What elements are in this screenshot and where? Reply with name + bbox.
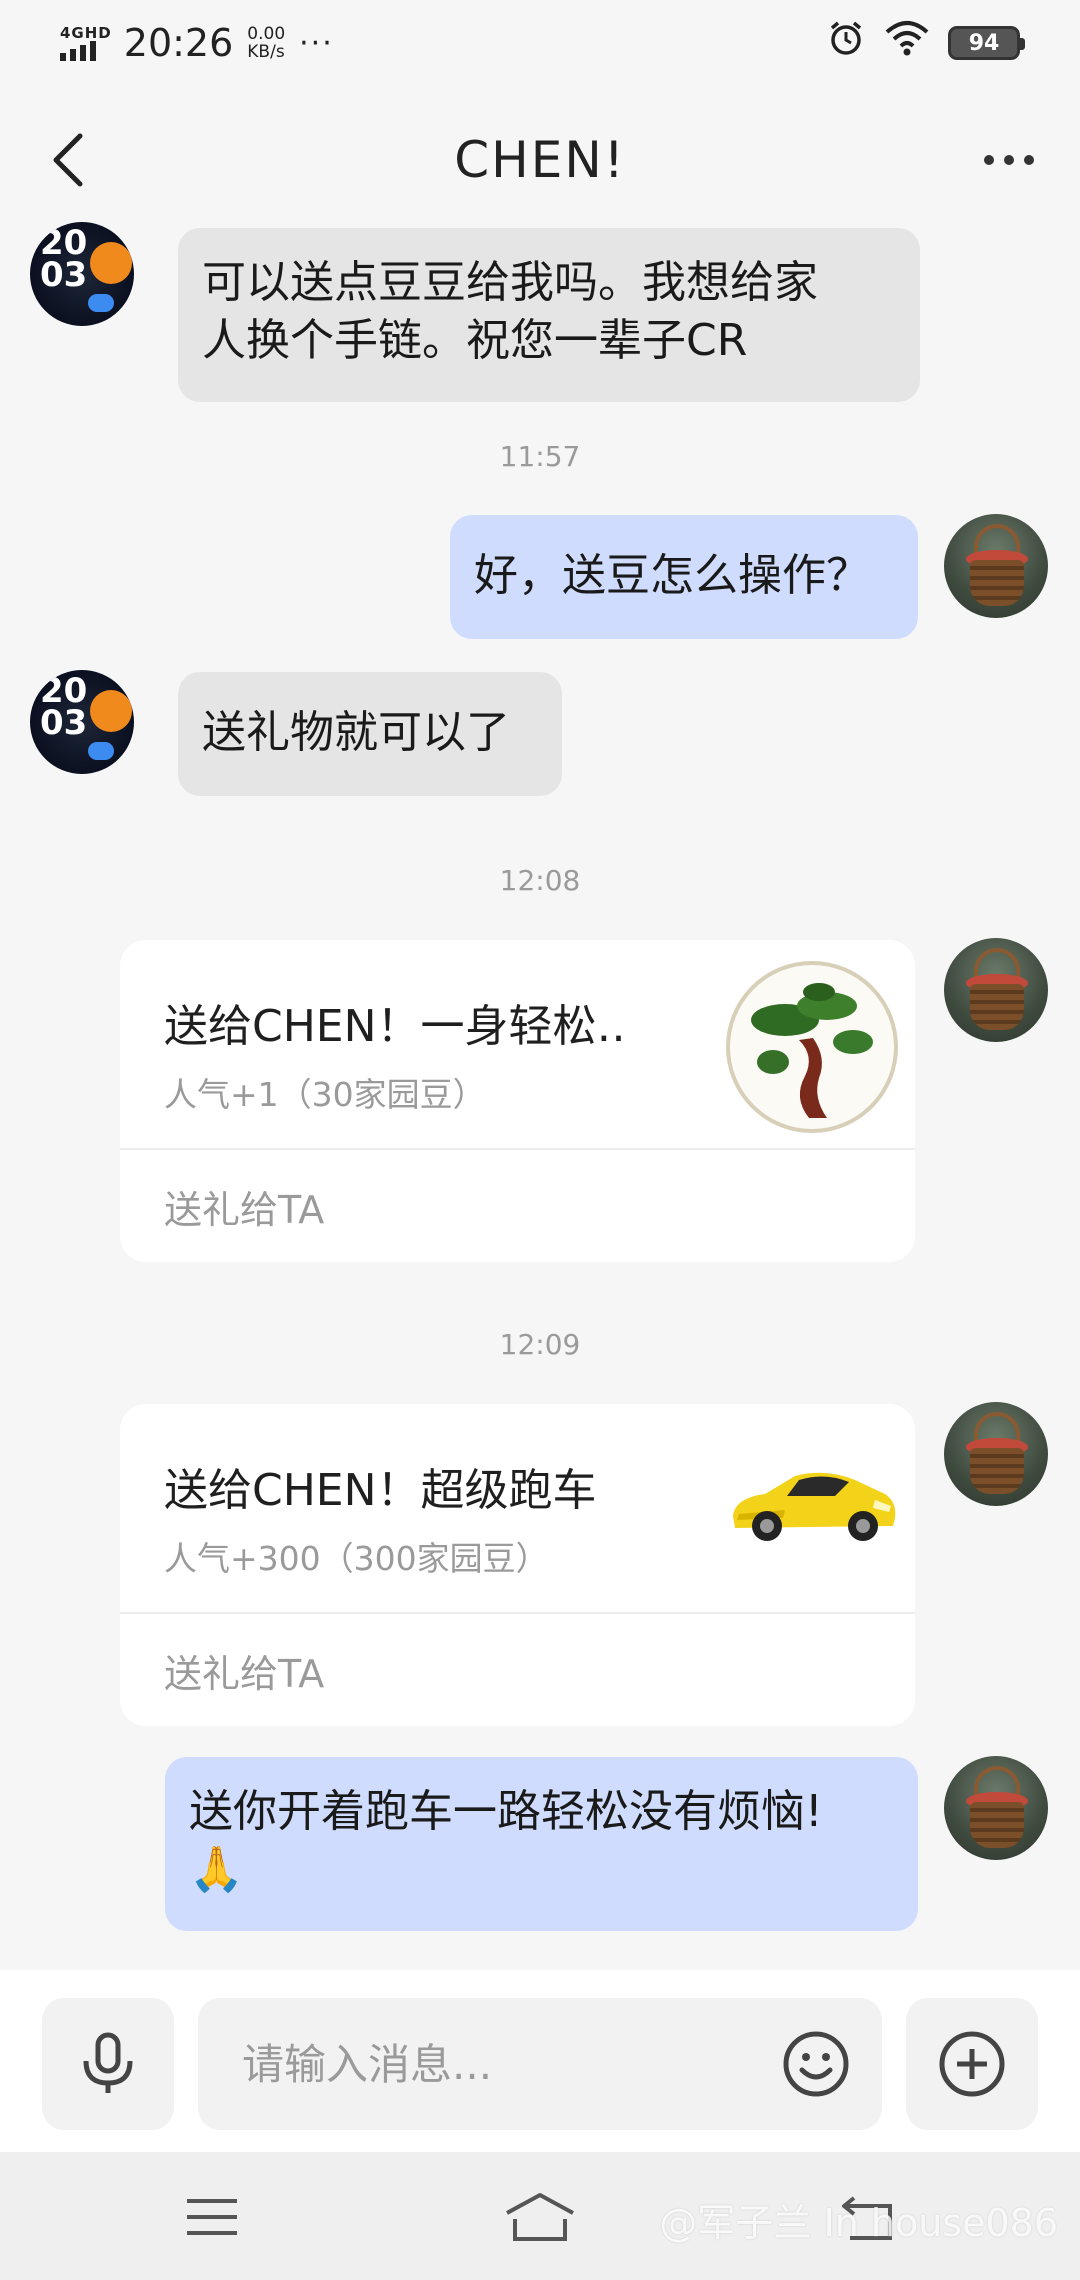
notification-more-icon: ···	[299, 25, 334, 61]
back-button[interactable]	[38, 128, 98, 192]
microphone-icon	[83, 2032, 133, 2093]
bonsai-gift-icon	[726, 961, 898, 1133]
pray-hands-emoji: 🙏	[189, 1844, 244, 1895]
plus-circle-icon	[939, 2031, 1005, 2097]
message-text-line: 送你开着跑车一路轻松没有烦恼!	[189, 1786, 823, 1837]
message-text-line: 可以送点豆豆给我吗。我想给家	[202, 257, 818, 308]
home-icon	[506, 2193, 574, 2241]
more-options-button[interactable]	[974, 128, 1044, 192]
cellular-signal-icon: 4GHD	[60, 25, 112, 61]
message-timestamp: 12:09	[499, 1328, 581, 1361]
speed-unit: KB/s	[247, 42, 285, 62]
network-speed: 0.00 KB/s	[247, 25, 285, 61]
gift-card[interactable]: 送给CHEN！超级跑车 人气+300（300家园豆） 送礼给TA	[120, 1404, 915, 1726]
chevron-left-icon	[53, 133, 83, 187]
chat-title: CHEN!	[454, 131, 626, 189]
gift-popularity: 人气+300（300家园豆）	[164, 1539, 549, 1578]
speed-value: 0.00	[247, 24, 286, 44]
outgoing-message[interactable]: 送你开着跑车一路轻松没有烦恼! 🙏	[165, 1757, 918, 1931]
network-type: 4GHD	[60, 24, 112, 42]
outgoing-message[interactable]: 好，送豆怎么操作？	[450, 515, 918, 639]
contact-avatar[interactable]: 20 03	[30, 670, 134, 774]
alarm-icon	[826, 18, 866, 68]
emoji-button[interactable]	[780, 2028, 852, 2100]
send-gift-button[interactable]: 送礼给TA	[120, 1614, 915, 1726]
incoming-message[interactable]: 可以送点豆豆给我吗。我想给家 人换个手链。祝您一辈子CR	[178, 228, 920, 402]
chat-header: CHEN!	[0, 100, 1080, 220]
gift-title: 送给CHEN！超级跑车	[164, 1465, 597, 1516]
gift-card[interactable]: 送给CHEN！一身轻松‥ 人气+1（30家园豆） 送礼给TA	[120, 940, 915, 1262]
menu-nav-button[interactable]	[172, 2182, 252, 2252]
user-avatar[interactable]	[944, 938, 1048, 1042]
contact-avatar[interactable]: 20 03	[30, 222, 134, 326]
user-avatar[interactable]	[944, 1402, 1048, 1506]
message-text-line: 人换个手链。祝您一辈子CR	[202, 315, 748, 366]
wifi-icon	[884, 18, 930, 68]
status-bar: 4GHD 20:26 0.00 KB/s ··· 94	[0, 0, 1080, 86]
smiley-icon	[783, 2031, 849, 2097]
battery-level: 94	[968, 30, 1000, 56]
battery-icon: 94	[948, 26, 1025, 60]
more-actions-button[interactable]	[906, 1998, 1038, 2130]
sports-car-gift-icon	[733, 1472, 896, 1541]
voice-input-button[interactable]	[42, 1998, 174, 2130]
gift-popularity: 人气+1（30家园豆）	[164, 1075, 486, 1114]
message-timestamp: 12:08	[499, 864, 581, 897]
status-time: 20:26	[123, 21, 234, 65]
system-navigation-bar: @军子兰 In house086	[0, 2152, 1080, 2280]
gift-title: 送给CHEN！一身轻松‥	[164, 1001, 626, 1052]
message-timestamp: 11:57	[499, 440, 581, 473]
incoming-message[interactable]: 送礼物就可以了	[178, 672, 562, 796]
watermark: @军子兰 In house086	[659, 2201, 1058, 2245]
home-nav-button[interactable]	[500, 2182, 580, 2252]
user-avatar[interactable]	[944, 1756, 1048, 1860]
message-input-bar	[0, 1970, 1080, 2152]
menu-icon	[187, 2199, 237, 2235]
send-gift-button[interactable]: 送礼给TA	[120, 1150, 915, 1262]
user-avatar[interactable]	[944, 514, 1048, 618]
more-dot-icon	[984, 155, 994, 165]
